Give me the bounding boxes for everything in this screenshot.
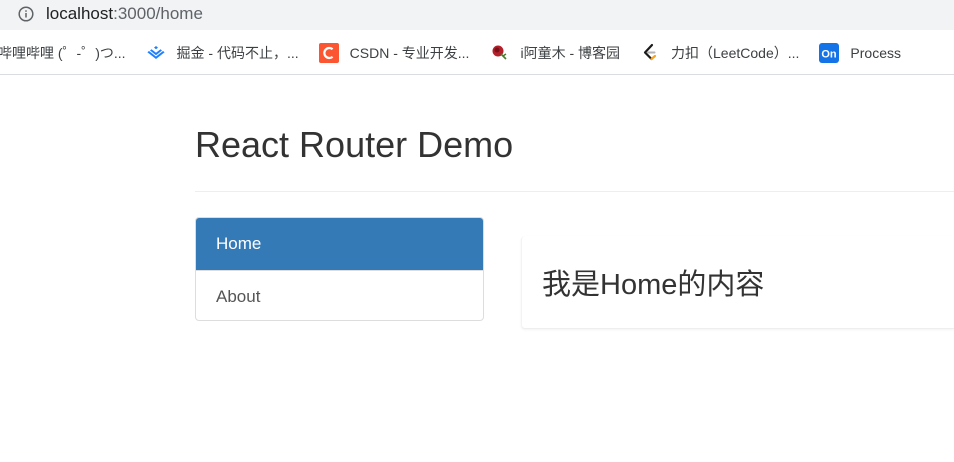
bookmark-csdn[interactable]: CSDN - 专业开发... <box>318 42 470 63</box>
bookmark-juejin[interactable]: 掘金 - 代码不止，... <box>146 43 299 63</box>
nav-item-home[interactable]: Home <box>196 218 483 270</box>
nav-item-about[interactable]: About <box>196 270 483 320</box>
leetcode-icon <box>640 43 660 63</box>
bookmark-bilibili[interactable]: 哔哩哔哩 (゜-゜)つ... <box>0 43 126 63</box>
bookmark-label: CSDN - 专业开发... <box>349 44 470 61</box>
bookmark-processon[interactable]: On Process <box>819 42 901 63</box>
svg-text:On: On <box>822 48 838 60</box>
bookmark-cnblogs[interactable]: i阿童木 - 博客园 <box>489 43 620 63</box>
info-icon[interactable] <box>18 6 34 22</box>
url-text: localhost:3000/home <box>46 4 203 24</box>
page-header: React Router Demo <box>195 104 954 192</box>
nav-list: Home About <box>195 217 484 321</box>
bookmark-label: 哔哩哔哩 (゜-゜)つ... <box>0 44 126 61</box>
rose-icon <box>489 43 509 63</box>
bookmark-label: 掘金 - 代码不止，... <box>176 44 299 61</box>
processon-icon: On <box>819 42 840 63</box>
content-heading: 我是Home的内容 <box>542 269 765 301</box>
url-host: localhost <box>46 4 114 23</box>
page-title: React Router Demo <box>195 124 514 165</box>
csdn-icon <box>318 42 339 63</box>
juejin-icon <box>146 43 166 63</box>
url-omnibox[interactable]: localhost:3000/home <box>0 0 954 28</box>
address-bar: localhost:3000/home <box>0 0 954 30</box>
url-path: :3000/home <box>113 4 203 23</box>
bookmark-label: Process <box>850 44 901 61</box>
bookmark-label: 力扣（LeetCode）... <box>671 44 800 61</box>
bookmark-leetcode[interactable]: 力扣（LeetCode）... <box>640 43 799 63</box>
bookmarks-bar: 哔哩哔哩 (゜-゜)つ... 掘金 - 代码不止，... CSDN - 专业开发… <box>0 31 954 75</box>
content-panel: 我是Home的内容 <box>521 236 954 329</box>
bookmark-label: i阿童木 - 博客园 <box>520 44 621 61</box>
